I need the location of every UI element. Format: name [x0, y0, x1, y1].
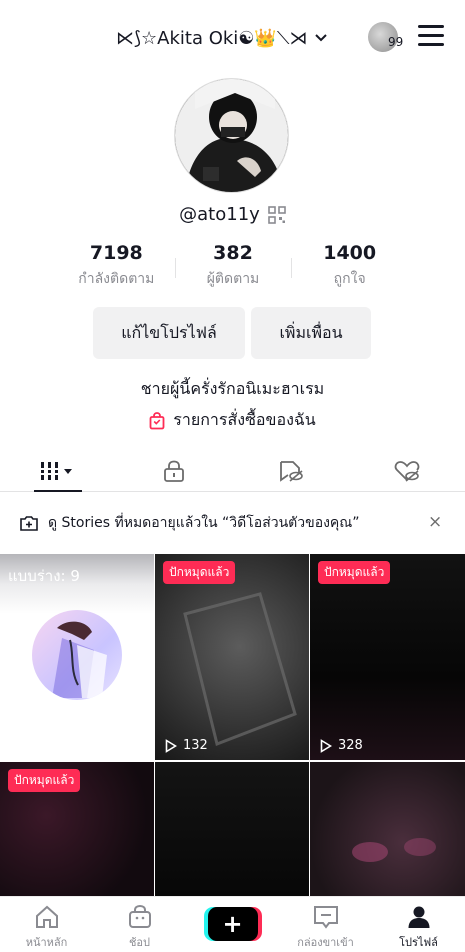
shopping-bag-icon — [149, 411, 165, 429]
content-tabs — [0, 450, 465, 492]
videos-grid-icon — [41, 461, 73, 480]
avatar-image — [175, 79, 288, 192]
hidden-repost-icon — [279, 460, 303, 482]
view-count-value: 132 — [183, 738, 208, 753]
nav-inbox[interactable]: กล่องขาเข้า — [279, 897, 372, 952]
close-icon[interactable]: × — [428, 512, 442, 532]
menu-icon[interactable] — [418, 25, 444, 47]
account-switcher[interactable]: ⋉⟆☆Akita Oki☯👑⟍⋊ — [116, 24, 329, 52]
view-count-value: 328 — [338, 738, 363, 753]
nav-profile[interactable]: โปรไฟล์ — [372, 897, 465, 952]
bio-text: ชายผู้นี้ครั่งรักอนิเมะฮาเรม — [140, 379, 325, 398]
create-button[interactable]: + — [207, 907, 258, 941]
view-count: 132 — [165, 738, 208, 753]
stat-value: 382 — [213, 242, 253, 264]
draft-thumbnail — [32, 610, 122, 700]
nav-shop-label: ช้อป — [128, 936, 151, 949]
stat-following[interactable]: 7198 กำลังติดตาม — [58, 242, 175, 290]
stat-likes[interactable]: 1400 ถูกใจ — [291, 242, 408, 290]
plus-icon: + — [222, 910, 243, 938]
notice-text: ดู Stories ที่หมดอายุแล้วใน “วิดีโอส่วนต… — [48, 515, 360, 531]
handle-text: @ato11y — [179, 204, 260, 225]
stat-label: กำลังติดตาม — [78, 271, 155, 287]
nav-create[interactable]: + — [186, 897, 279, 952]
tab-reposts[interactable] — [233, 450, 349, 491]
edit-profile-button[interactable]: แก้ไขโปรไฟล์ — [93, 307, 245, 359]
orders-label: รายการสั่งซื้อของฉัน — [173, 410, 316, 429]
profile-avatar[interactable] — [174, 78, 289, 193]
pinned-badge: ปักหมุดแล้ว — [163, 561, 236, 584]
tab-videos[interactable] — [0, 450, 116, 492]
nav-shop[interactable]: ช้อป — [93, 897, 186, 952]
nav-home[interactable]: หน้าหลัก — [0, 897, 93, 952]
video-tile[interactable]: ปักหมุดแล้ว — [0, 762, 154, 896]
nav-inbox-label: กล่องขาเข้า — [297, 936, 354, 949]
stat-value: 7198 — [89, 242, 143, 264]
orders-link[interactable]: รายการสั่งซื้อของฉัน — [0, 408, 465, 433]
stats-row: 7198 กำลังติดตาม 382 ผู้ติดตาม 1400 ถูกใ… — [58, 242, 408, 290]
home-icon — [35, 905, 58, 928]
video-tile[interactable] — [155, 762, 309, 896]
tab-private[interactable] — [116, 450, 232, 491]
add-video-icon — [20, 516, 38, 531]
top-header: ⋉⟆☆Akita Oki☯👑⟍⋊ 99 — [0, 0, 465, 72]
hidden-heart-icon — [394, 460, 420, 482]
pinned-badge: ปักหมุดแล้ว — [8, 769, 81, 792]
nav-profile-label: โปรไฟล์ — [399, 936, 438, 949]
play-icon — [165, 738, 177, 753]
story-count-badge: 99 — [388, 35, 404, 49]
video-tile[interactable]: ปักหมุดแล้ว 328 — [310, 554, 465, 760]
chevron-down-icon — [315, 34, 328, 42]
shop-bag-icon — [128, 905, 151, 928]
lock-icon — [164, 460, 185, 482]
stat-label: ผู้ติดตาม — [206, 271, 260, 287]
drafts-label: แบบร่าง: 9 — [8, 567, 80, 585]
username-label: ⋉⟆☆Akita Oki☯👑⟍⋊ — [116, 27, 308, 49]
profile-icon — [408, 906, 429, 928]
add-friend-button[interactable]: เพิ่มเพื่อน — [251, 307, 371, 359]
pinned-badge: ปักหมุดแล้ว — [318, 561, 391, 584]
qr-code-icon[interactable] — [268, 205, 286, 224]
stories-notice[interactable]: ดู Stories ที่หมดอายุแล้วใน “วิดีโอส่วนต… — [0, 505, 465, 541]
video-thumbnail — [183, 592, 297, 747]
view-count: 328 — [320, 738, 363, 753]
stat-value: 1400 — [323, 242, 377, 264]
video-grid: แบบร่าง: 9 ปักหมุดแล้ว 132 ปักหมุดแล้ว 3… — [0, 554, 465, 896]
video-tile[interactable]: ปักหมุดแล้ว 132 — [155, 554, 309, 760]
stat-followers[interactable]: 382 ผู้ติดตาม — [174, 242, 292, 290]
play-icon — [320, 738, 332, 753]
stat-label: ถูกใจ — [333, 271, 366, 287]
drafts-tile[interactable]: แบบร่าง: 9 — [0, 554, 154, 760]
inbox-icon — [313, 906, 338, 929]
handle-row: @ato11y — [0, 204, 465, 225]
video-tile[interactable] — [310, 762, 465, 896]
video-thumbnail — [352, 838, 436, 862]
nav-home-label: หน้าหลัก — [25, 936, 68, 949]
bottom-nav: หน้าหลัก ช้อป + กล่องขาเข้า โปรไฟล์ — [0, 896, 465, 952]
tab-liked[interactable] — [349, 450, 465, 491]
